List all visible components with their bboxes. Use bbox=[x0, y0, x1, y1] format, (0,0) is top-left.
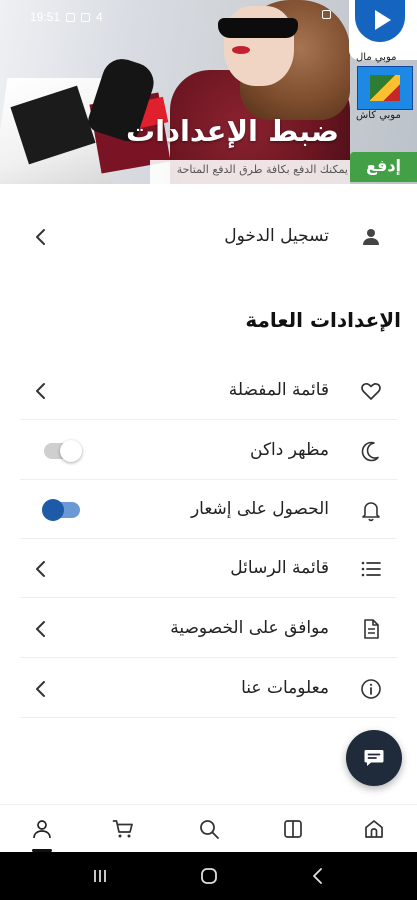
brand-name-bottom: موبي كاش bbox=[356, 110, 401, 121]
promo-banner[interactable]: 19:51 4 موبي مال موبي كاش ضبط الإعدادات … bbox=[0, 0, 417, 184]
chevron-left-icon bbox=[36, 383, 45, 399]
favorites-row[interactable]: قائمة المفضلة bbox=[0, 362, 417, 420]
status-bar: 19:51 4 bbox=[30, 10, 103, 24]
about-row[interactable]: معلومات عنا bbox=[0, 660, 417, 718]
status-gallery-icon bbox=[81, 12, 91, 22]
messages-label: قائمة الرسائل bbox=[230, 558, 329, 578]
user-icon bbox=[363, 229, 379, 245]
brand-logo bbox=[349, 0, 417, 60]
divider bbox=[20, 419, 397, 420]
login-label: تسجيل الدخول bbox=[224, 226, 329, 246]
divider bbox=[20, 657, 397, 658]
play-icon bbox=[375, 10, 391, 30]
status-image-icon bbox=[66, 12, 76, 22]
profile-icon[interactable] bbox=[30, 817, 54, 841]
banner-title: ضبط الإعدادات bbox=[125, 114, 339, 148]
divider bbox=[20, 479, 397, 480]
moon-icon bbox=[361, 441, 379, 462]
chat-button[interactable] bbox=[346, 730, 402, 786]
about-label: معلومات عنا bbox=[241, 678, 329, 698]
notifications-toggle[interactable] bbox=[42, 499, 80, 521]
dark-mode-label: مظهر داكن bbox=[250, 440, 329, 460]
chevron-left-icon bbox=[36, 561, 45, 577]
divider bbox=[20, 597, 397, 598]
notifications-row[interactable]: الحصول على إشعار bbox=[0, 481, 417, 539]
banner-lips bbox=[232, 46, 250, 54]
banner-subtitle: يمكنك الدفع بكافة طرق الدفع المتاحة bbox=[176, 163, 348, 176]
messages-row[interactable]: قائمة الرسائل bbox=[0, 540, 417, 598]
login-row[interactable]: تسجيل الدخول bbox=[0, 208, 417, 266]
divider bbox=[20, 538, 397, 539]
chevron-left-icon bbox=[36, 621, 45, 637]
book-icon[interactable] bbox=[281, 817, 305, 841]
chevron-left-icon bbox=[36, 681, 45, 697]
dark-mode-toggle[interactable] bbox=[44, 440, 82, 462]
toggle-knob bbox=[60, 440, 82, 462]
toggle-knob bbox=[42, 499, 64, 521]
chat-icon bbox=[364, 750, 384, 766]
privacy-label: موافق على الخصوصية bbox=[170, 618, 329, 638]
back-icon[interactable] bbox=[308, 866, 328, 886]
chevron-left-icon bbox=[36, 229, 45, 245]
brand-name-top: موبي مال bbox=[356, 52, 397, 63]
heart-icon bbox=[361, 383, 381, 400]
section-heading: الإعدادات العامة bbox=[245, 308, 401, 332]
favorites-label: قائمة المفضلة bbox=[228, 380, 329, 400]
bottom-navigation bbox=[0, 804, 417, 852]
home-button-icon[interactable] bbox=[199, 866, 219, 886]
status-time: 19:51 bbox=[30, 10, 61, 24]
info-icon bbox=[361, 679, 381, 699]
banner-sunglasses bbox=[218, 18, 298, 38]
status-bar-right bbox=[322, 10, 331, 19]
privacy-row[interactable]: موافق على الخصوصية bbox=[0, 600, 417, 658]
pay-badge: إدفع bbox=[350, 152, 417, 182]
cart-icon[interactable] bbox=[111, 817, 135, 841]
divider bbox=[20, 717, 397, 718]
search-icon[interactable] bbox=[197, 817, 221, 841]
list-icon bbox=[361, 561, 381, 577]
recent-apps-icon[interactable] bbox=[90, 866, 110, 886]
home-icon[interactable] bbox=[362, 817, 386, 841]
system-navigation-bar bbox=[0, 852, 417, 900]
brand-box-logo bbox=[357, 66, 413, 110]
document-icon bbox=[364, 619, 379, 639]
status-battery-icon bbox=[322, 10, 331, 19]
dark-mode-row[interactable]: مظهر داكن bbox=[0, 422, 417, 480]
notifications-label: الحصول على إشعار bbox=[190, 499, 329, 519]
status-signal-count: 4 bbox=[96, 10, 103, 24]
bell-icon bbox=[362, 502, 380, 522]
